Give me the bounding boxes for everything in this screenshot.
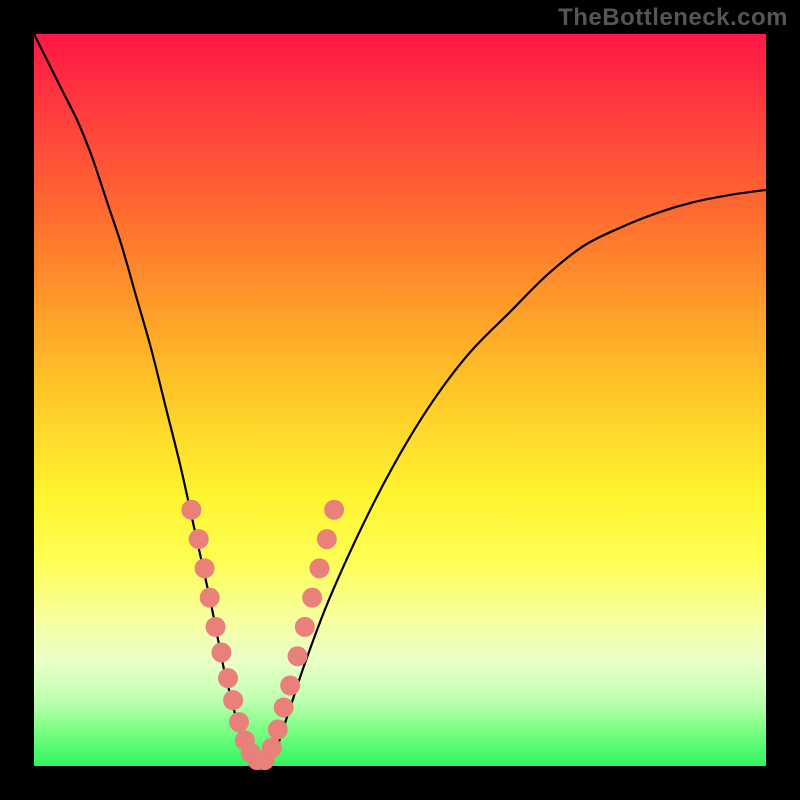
highlight-dot — [317, 529, 337, 549]
highlight-dot — [295, 617, 315, 637]
highlight-dot — [223, 690, 243, 710]
highlight-dot — [200, 588, 220, 608]
highlight-dot — [218, 668, 238, 688]
highlight-dots-group — [181, 500, 344, 770]
curve-svg — [34, 34, 766, 766]
highlight-dot — [181, 500, 201, 520]
highlight-dot — [229, 712, 249, 732]
watermark-text: TheBottleneck.com — [558, 4, 788, 32]
highlight-dot — [211, 643, 231, 663]
highlight-dot — [274, 697, 294, 717]
highlight-dot — [324, 500, 344, 520]
highlight-dot — [189, 529, 209, 549]
plot-area — [34, 34, 766, 766]
highlight-dot — [302, 588, 322, 608]
chart-frame: TheBottleneck.com — [0, 0, 800, 800]
highlight-dot — [268, 719, 288, 739]
highlight-dot — [206, 617, 226, 637]
highlight-dot — [262, 738, 282, 758]
bottleneck-curve — [34, 34, 766, 767]
highlight-dot — [288, 646, 308, 666]
highlight-dot — [309, 558, 329, 578]
highlight-dot — [280, 675, 300, 695]
highlight-dot — [195, 558, 215, 578]
